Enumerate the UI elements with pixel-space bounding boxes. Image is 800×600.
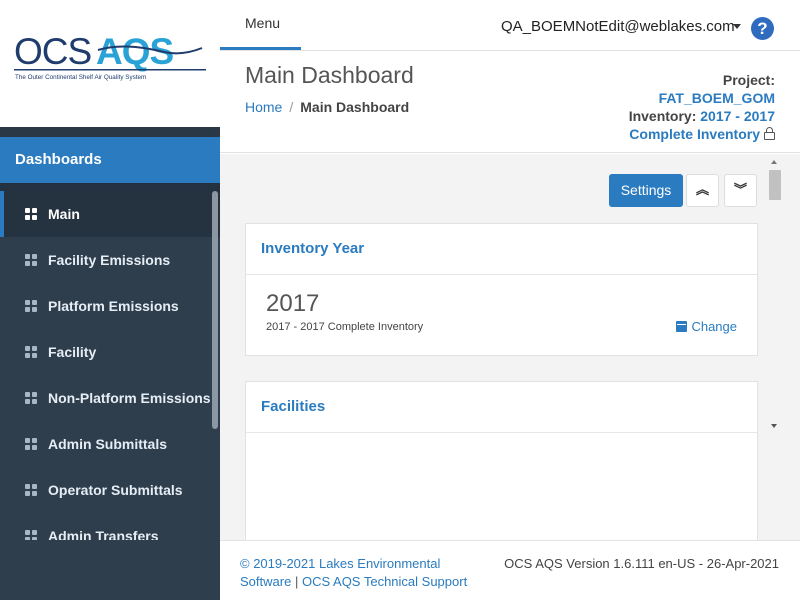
inventory-year-panel: Inventory Year 2017 2017 - 2017 Complete…	[245, 223, 758, 356]
sidebar-item-operator-submittals[interactable]: Operator Submittals	[0, 467, 220, 513]
version-info: OCS AQS Version 1.6.111 en-US - 26-Apr-2…	[504, 556, 779, 571]
logo-wordmark-left: OCS	[14, 31, 91, 72]
inventory-line: Inventory: 2017 - 2017	[629, 107, 775, 125]
double-chevron-up-icon: ︽	[695, 182, 709, 197]
page-title: Main Dashboard	[245, 62, 414, 88]
sidebar-item-label: Operator Submittals	[48, 482, 183, 498]
panel-title[interactable]: Facilities	[246, 382, 757, 433]
sidebar-item-non-platform-emissions[interactable]: Non-Platform Emissions	[0, 375, 220, 421]
project-info: Project: FAT_BOEM_GOM Inventory: 2017 - …	[629, 71, 775, 143]
sidebar-item-label: Facility	[48, 344, 97, 360]
settings-button[interactable]: Settings	[609, 174, 683, 207]
grid-icon	[25, 208, 38, 221]
sidebar-item-label: Platform Emissions	[48, 298, 179, 314]
sidebar-divider	[0, 183, 220, 191]
inventory-link[interactable]: 2017 - 2017	[700, 108, 775, 124]
help-icon[interactable]: ?	[751, 17, 774, 40]
sidebar-item-admin-submittals[interactable]: Admin Submittals	[0, 421, 220, 467]
sidebar-section-dashboards[interactable]: Dashboards	[0, 137, 220, 183]
inventory-description: 2017 - 2017 Complete Inventory	[266, 321, 424, 333]
double-chevron-down-icon: ︾	[733, 182, 747, 197]
sidebar-item-main[interactable]: Main	[0, 191, 220, 237]
footer: © 2019-2021 Lakes Environmental Software…	[220, 540, 800, 600]
grid-icon	[25, 530, 38, 540]
sidebar-item-label: Admin Transfers	[48, 528, 159, 540]
breadcrumb: Home / Main Dashboard	[245, 99, 409, 115]
scroll-down-arrow-icon[interactable]	[771, 424, 777, 428]
sidebar-nav: Main Facility Emissions Platform Emissio…	[0, 191, 220, 540]
project-link[interactable]: FAT_BOEM_GOM	[629, 89, 775, 107]
grid-icon	[25, 300, 38, 313]
project-label: Project:	[722, 72, 775, 88]
change-inventory-link[interactable]: Change	[676, 319, 737, 334]
grid-icon	[25, 254, 38, 267]
scrollbar-thumb[interactable]	[769, 170, 781, 200]
dashboard-content: Settings ︽ ︾ Inventory Year 2017 2017 - …	[220, 154, 800, 540]
sidebar-item-label: Main	[48, 206, 80, 222]
inventory-type-line: Complete Inventory	[629, 125, 775, 143]
lock-icon	[764, 127, 775, 140]
grid-icon	[25, 346, 38, 359]
collapse-all-button[interactable]: ︽	[686, 174, 719, 207]
inventory-label: Inventory:	[628, 108, 697, 124]
calendar-icon	[676, 321, 688, 332]
page-header: Main Dashboard Home / Main Dashboard Proje…	[220, 51, 800, 153]
grid-icon	[25, 484, 38, 497]
user-menu[interactable]: QA_BOEMNotEdit@weblakes.com	[501, 18, 735, 35]
sidebar: OCS AQS The Outer Continental Shelf Air …	[0, 0, 220, 600]
topbar: Menu QA_BOEMNotEdit@weblakes.com ?	[220, 0, 800, 51]
sidebar-item-platform-emissions[interactable]: Platform Emissions	[0, 283, 220, 329]
sidebar-scrollbar[interactable]	[212, 191, 218, 429]
logo-tagline: The Outer Continental Shelf Air Quality …	[15, 74, 146, 81]
breadcrumb-separator: /	[289, 99, 294, 115]
menu-tab[interactable]: Menu	[220, 0, 301, 50]
sidebar-item-admin-transfers[interactable]: Admin Transfers	[0, 513, 220, 540]
panel-title[interactable]: Inventory Year	[246, 224, 757, 275]
expand-all-button[interactable]: ︾	[724, 174, 757, 207]
sidebar-item-label: Non-Platform Emissions	[48, 390, 211, 406]
footer-copyright: © 2019-2021 Lakes Environmental Software…	[240, 555, 500, 591]
sidebar-item-facility[interactable]: Facility	[0, 329, 220, 375]
ocs-aqs-logo[interactable]: OCS AQS The Outer Continental Shelf Air …	[14, 30, 206, 82]
technical-support-link[interactable]: OCS AQS Technical Support	[302, 574, 467, 589]
sidebar-band	[0, 127, 220, 137]
sidebar-item-facility-emissions[interactable]: Facility Emissions	[0, 237, 220, 283]
facilities-panel: Facilities	[245, 381, 758, 540]
grid-icon	[25, 438, 38, 451]
inventory-type-link[interactable]: Complete Inventory	[629, 126, 760, 142]
sidebar-item-label: Admin Submittals	[48, 436, 168, 452]
grid-icon	[25, 392, 38, 405]
breadcrumb-current: Main Dashboard	[300, 99, 410, 115]
change-label: Change	[691, 319, 737, 334]
sidebar-item-label: Facility Emissions	[48, 252, 171, 268]
caret-down-icon[interactable]	[733, 24, 741, 29]
scroll-up-arrow-icon[interactable]	[771, 160, 777, 164]
lakes-software-link[interactable]: Software	[240, 574, 291, 589]
logo-area: OCS AQS The Outer Continental Shelf Air …	[0, 0, 220, 127]
inventory-year-value: 2017	[266, 290, 320, 317]
lakes-environmental-link[interactable]: © 2019-2021 Lakes Environmental	[240, 556, 440, 571]
footer-separator: |	[294, 574, 299, 589]
content-scrollbar[interactable]	[767, 154, 783, 540]
breadcrumb-home-link[interactable]: Home	[245, 99, 282, 115]
